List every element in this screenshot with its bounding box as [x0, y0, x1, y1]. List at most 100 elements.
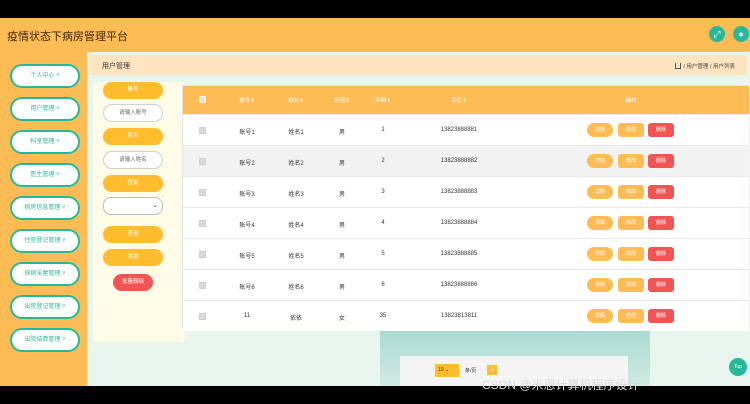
sidebar-item-discharge-settlement[interactable]: 出院结算管理 ˅	[10, 328, 80, 352]
edit-button[interactable]: 修改	[618, 123, 644, 137]
edit-button[interactable]: 修改	[618, 154, 644, 168]
cell-phone: 13823888886	[440, 282, 478, 288]
cell-account: 账号5	[239, 254, 255, 260]
cell-name: 姓名4	[288, 223, 304, 229]
select-all-checkbox[interactable]	[199, 96, 206, 103]
cell-account: 账号2	[239, 161, 255, 167]
row-checkbox[interactable]	[199, 251, 206, 258]
cell-gender: 男	[338, 130, 346, 136]
name-search-input[interactable]: 请输入姓名	[103, 151, 163, 169]
cell-age: 6	[381, 282, 385, 288]
search-button[interactable]: 查询	[103, 226, 163, 243]
page-button-current[interactable]: 1	[487, 365, 497, 375]
view-button[interactable]: 详情	[587, 185, 613, 199]
row-checkbox[interactable]	[199, 220, 206, 227]
column-age[interactable]: 年龄⇕	[375, 96, 391, 104]
cell-age: 4	[381, 220, 385, 226]
gender-select[interactable]: ⌄	[103, 197, 163, 215]
delete-button[interactable]: 删除	[648, 216, 674, 230]
cell-age: 35	[379, 313, 387, 319]
cell-gender: 男	[338, 285, 346, 291]
cell-age: 3	[381, 189, 385, 195]
home-icon[interactable]	[675, 63, 682, 69]
table-row: 账号2 姓名2 男 2 13823888882 详情 修改 删除	[183, 145, 749, 176]
view-button[interactable]: 详情	[587, 216, 613, 230]
column-actions: 操作	[625, 98, 637, 104]
edit-button[interactable]: 修改	[618, 309, 644, 323]
edit-button[interactable]: 修改	[618, 278, 644, 292]
column-gender[interactable]: 性别⇕	[334, 96, 350, 104]
cell-phone: 13823813811	[440, 313, 478, 319]
cell-name: 姓名1	[288, 130, 304, 136]
breadcrumb[interactable]: / 用户管理 / 用户列表	[675, 62, 735, 70]
cell-name: 姓名5	[288, 254, 304, 260]
cell-account: 账号3	[239, 192, 255, 198]
cell-age: 1	[381, 127, 385, 133]
chevron-down-icon: ⌄	[152, 202, 158, 209]
cell-age: 2	[381, 158, 385, 164]
edit-button[interactable]: 修改	[618, 247, 644, 261]
sidebar-item-department-management[interactable]: 科室管理 ˅	[10, 130, 80, 154]
watermark: CSDN @米恩计算机程序设计	[482, 378, 640, 392]
breadcrumb-text: / 用户管理 / 用户列表	[683, 64, 735, 70]
back-to-top-button[interactable]: Top	[729, 358, 747, 376]
delete-button[interactable]: 删除	[648, 278, 674, 292]
page-size-label: 条/页	[465, 368, 477, 374]
batch-delete-button[interactable]: 批量删除	[113, 274, 153, 291]
delete-button[interactable]: 删除	[648, 185, 674, 199]
view-button[interactable]: 详情	[587, 154, 613, 168]
delete-button[interactable]: 删除	[648, 123, 674, 137]
row-checkbox[interactable]	[199, 313, 206, 320]
page-size-select[interactable]: 10 ⌄	[435, 364, 459, 377]
sidebar-item-doctor-management[interactable]: 医生管理 ˅	[10, 163, 80, 187]
sidebar: 个人中心 ˅ 用户管理 ˅ 科室管理 ˅ 医生管理 ˅ 病房信息管理 ˅ 住院登…	[0, 52, 87, 386]
row-checkbox[interactable]	[199, 127, 206, 134]
sidebar-item-personal-center[interactable]: 个人中心 ˅	[10, 64, 80, 88]
table-row: 账号4 姓名4 男 4 13823888884 详情 修改 删除	[183, 207, 749, 238]
delete-button[interactable]: 删除	[648, 154, 674, 168]
row-checkbox[interactable]	[199, 158, 206, 165]
sidebar-item-discharge-management[interactable]: 出院登记管理 ˅	[10, 295, 80, 319]
view-button[interactable]: 详情	[587, 309, 613, 323]
add-button[interactable]: 添加	[103, 249, 163, 266]
user-icon[interactable]: ●	[733, 26, 749, 42]
table-header: 账号⇕ 姓名⇕ 性别⇕ 年龄⇕ 手机⇕ 操作	[183, 86, 749, 114]
table-row: 账号5 姓名5 男 5 13823888885 详情 修改 删除	[183, 238, 749, 269]
row-checkbox[interactable]	[199, 282, 206, 289]
sidebar-item-ward-info-management[interactable]: 病房信息管理 ˅	[10, 196, 80, 220]
column-phone[interactable]: 手机⇕	[451, 96, 467, 104]
name-label: 姓名	[103, 128, 163, 145]
sidebar-item-user-management[interactable]: 用户管理 ˅	[10, 97, 80, 121]
cell-phone: 13823888881	[440, 127, 478, 133]
account-label: 账号	[103, 82, 163, 99]
fullscreen-icon[interactable]: ⤢	[709, 26, 725, 42]
cell-age: 5	[381, 251, 385, 257]
view-button[interactable]: 详情	[587, 278, 613, 292]
filter-panel: 账号 请输入账号 姓名 请输入姓名 性别 ⌄ 查询 添加 批量删除	[93, 82, 185, 342]
cell-gender: 男	[338, 254, 346, 260]
delete-button[interactable]: 删除	[648, 309, 674, 323]
cell-phone: 13823888884	[440, 220, 478, 226]
user-table: 账号⇕ 姓名⇕ 性别⇕ 年龄⇕ 手机⇕ 操作 账号1 姓名1 男 1 13823…	[182, 85, 749, 331]
page-size-value: 10	[438, 367, 444, 373]
page-bar: 用户管理 / 用户管理 / 用户列表	[90, 55, 747, 75]
delete-button[interactable]: 删除	[648, 247, 674, 261]
top-header: 疫情状态下病房管理平台 ⤢ ●	[0, 18, 750, 52]
account-search-input[interactable]: 请输入账号	[103, 104, 163, 122]
table-row: 账号1 姓名1 男 1 13823888881 详情 修改 删除	[183, 114, 749, 145]
cell-gender: 女	[338, 316, 346, 322]
gender-label: 性别	[103, 175, 163, 192]
column-name[interactable]: 姓名⇕	[288, 96, 304, 104]
sidebar-item-admission-management[interactable]: 住院登记管理 ˅	[10, 229, 80, 253]
column-account[interactable]: 账号⇕	[239, 96, 255, 104]
table-row: 账号6 姓名6 男 6 13823888886 详情 修改 删除	[183, 269, 749, 300]
sidebar-item-visit-management[interactable]: 探病采屋管理 ˅	[10, 262, 80, 286]
view-button[interactable]: 详情	[587, 247, 613, 261]
row-checkbox[interactable]	[199, 189, 206, 196]
edit-button[interactable]: 修改	[618, 185, 644, 199]
cell-gender: 男	[338, 161, 346, 167]
cell-name: 姓名3	[288, 192, 304, 198]
main-content: 用户管理 / 用户管理 / 用户列表 账号 请输入账号 姓名 请输入姓名 性别 …	[87, 52, 750, 386]
view-button[interactable]: 详情	[587, 123, 613, 137]
edit-button[interactable]: 修改	[618, 216, 644, 230]
